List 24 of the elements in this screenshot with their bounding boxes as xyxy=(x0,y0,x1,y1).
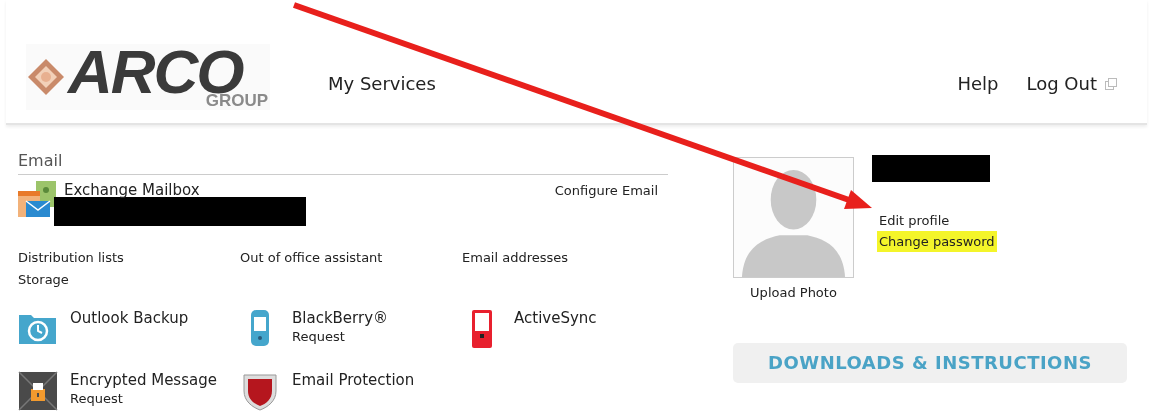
email-link[interactable]: Storage xyxy=(18,269,240,289)
header-link[interactable]: Log Out xyxy=(1026,70,1097,97)
service-link[interactable]: Email Protection xyxy=(292,371,415,389)
service-link[interactable]: Outlook Backup xyxy=(70,309,189,327)
profile-link[interactable]: Change password xyxy=(877,231,997,252)
configure-link[interactable]: Configure Email xyxy=(554,181,658,226)
envelope-lock-icon xyxy=(18,371,58,411)
email-link[interactable]: Email addresses xyxy=(462,248,684,268)
section-title: Email xyxy=(18,149,668,175)
request-link[interactable]: Request xyxy=(70,389,217,409)
email-link[interactable]: Distribution lists xyxy=(18,248,240,268)
service-link[interactable]: BlackBerry® xyxy=(292,309,389,327)
shield-icon xyxy=(240,371,280,411)
nav-link[interactable]: My Services xyxy=(328,70,436,97)
email-link[interactable]: Out of office assistant xyxy=(240,248,462,268)
profile-link[interactable]: Edit profile xyxy=(879,210,950,231)
service-link[interactable]: ActiveSync xyxy=(514,309,597,327)
avatar-placeholder[interactable] xyxy=(733,157,854,278)
mailbox-title: Exchange Mailbox xyxy=(64,181,201,199)
upload-photo-link[interactable]: Upload Photo xyxy=(750,283,837,303)
logo[interactable]: ARCOGROUP xyxy=(26,44,270,110)
header-link[interactable]: Help xyxy=(957,70,999,97)
service-link[interactable]: Encrypted Message xyxy=(70,371,217,389)
request-link[interactable]: Request xyxy=(292,327,389,347)
